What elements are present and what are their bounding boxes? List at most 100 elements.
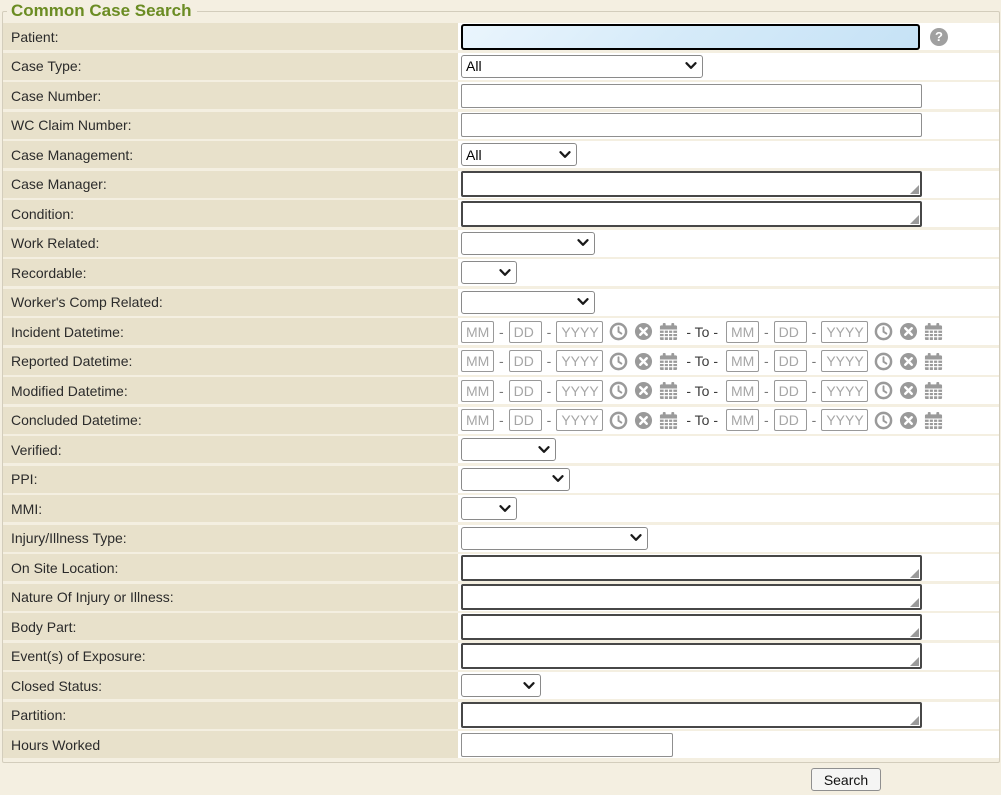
incident-from-year-input[interactable] [556, 321, 603, 343]
form-row-verified: Verified: [3, 436, 999, 463]
modified-to-year-input[interactable] [821, 380, 868, 402]
form-row-events-of-exposure: Event(s) of Exposure: [3, 643, 999, 670]
calendar-icon[interactable] [658, 351, 678, 371]
form-row-body-part: Body Part: [3, 613, 999, 640]
case-management-select[interactable]: All [461, 143, 577, 166]
mmi-label: MMI: [3, 495, 458, 522]
concluded-to-month-input[interactable] [726, 409, 759, 431]
reported-from-day-input[interactable] [509, 350, 542, 372]
reported-to-year-input[interactable] [821, 350, 868, 372]
calendar-icon[interactable] [923, 322, 943, 342]
incident-to-day-input[interactable] [774, 321, 807, 343]
ppi-label: PPI: [3, 466, 458, 493]
help-icon[interactable]: ? [930, 28, 948, 46]
clock-icon[interactable] [608, 322, 628, 342]
calendar-icon[interactable] [923, 351, 943, 371]
patient-label: Patient: [3, 23, 458, 50]
to-separator: - To - [686, 383, 718, 399]
search-button[interactable]: Search [811, 768, 881, 791]
concluded-datetime-label: Concluded Datetime: [3, 407, 458, 434]
case-number-input[interactable] [461, 84, 922, 108]
partition-textarea[interactable] [461, 702, 922, 728]
events-of-exposure-textarea[interactable] [461, 643, 922, 669]
form-row-recordable: Recordable: [3, 259, 999, 286]
calendar-icon[interactable] [923, 381, 943, 401]
modified-from-month-input[interactable] [461, 380, 494, 402]
nature-of-injury-textarea[interactable] [461, 584, 922, 610]
form-row-reported-datetime: Reported Datetime: - - - To - - - [3, 348, 999, 375]
incident-datetime-label: Incident Datetime: [3, 318, 458, 345]
form-row-wc-claim-number: WC Claim Number: [3, 112, 999, 139]
clear-icon[interactable] [898, 410, 918, 430]
modified-from-year-input[interactable] [556, 380, 603, 402]
incident-to-month-input[interactable] [726, 321, 759, 343]
concluded-from-month-input[interactable] [461, 409, 494, 431]
recordable-select[interactable] [461, 261, 517, 284]
workers-comp-related-select[interactable] [461, 291, 595, 314]
incident-from-day-input[interactable] [509, 321, 542, 343]
clock-icon[interactable] [608, 351, 628, 371]
mmi-select[interactable] [461, 497, 517, 520]
condition-textarea[interactable] [461, 201, 922, 227]
clock-icon[interactable] [608, 410, 628, 430]
date-separator: - [499, 324, 504, 340]
modified-from-day-input[interactable] [509, 380, 542, 402]
calendar-icon[interactable] [658, 322, 678, 342]
concluded-to-day-input[interactable] [774, 409, 807, 431]
to-separator: - To - [686, 324, 718, 340]
verified-select[interactable] [461, 438, 556, 461]
ppi-select[interactable] [461, 468, 570, 491]
calendar-icon[interactable] [658, 381, 678, 401]
case-type-select[interactable]: All [461, 55, 703, 78]
workers-comp-related-label: Worker's Comp Related: [3, 289, 458, 316]
calendar-icon[interactable] [923, 410, 943, 430]
reported-to-month-input[interactable] [726, 350, 759, 372]
date-separator: - [812, 324, 817, 340]
work-related-select[interactable] [461, 232, 595, 255]
clear-icon[interactable] [633, 322, 653, 342]
calendar-icon[interactable] [658, 410, 678, 430]
concluded-to-year-input[interactable] [821, 409, 868, 431]
injury-illness-type-select[interactable] [461, 527, 648, 550]
date-separator: - [764, 412, 769, 428]
form-row-nature-of-injury: Nature Of Injury or Illness: [3, 584, 999, 611]
incident-from-month-input[interactable] [461, 321, 494, 343]
page-title: Common Case Search [7, 1, 197, 21]
concluded-from-year-input[interactable] [556, 409, 603, 431]
form-row-case-manager: Case Manager: [3, 171, 999, 198]
clear-icon[interactable] [633, 381, 653, 401]
modified-to-month-input[interactable] [726, 380, 759, 402]
clock-icon[interactable] [873, 381, 893, 401]
date-separator: - [547, 353, 552, 369]
clear-icon[interactable] [898, 381, 918, 401]
clock-icon[interactable] [608, 381, 628, 401]
form-row-ppi: PPI: [3, 466, 999, 493]
patient-input[interactable] [461, 24, 920, 50]
clock-icon[interactable] [873, 351, 893, 371]
form-row-injury-illness-type: Injury/Illness Type: [3, 525, 999, 552]
closed-status-label: Closed Status: [3, 672, 458, 699]
clear-icon[interactable] [633, 410, 653, 430]
clock-icon[interactable] [873, 410, 893, 430]
form-row-mmi: MMI: [3, 495, 999, 522]
modified-to-day-input[interactable] [774, 380, 807, 402]
incident-to-year-input[interactable] [821, 321, 868, 343]
reported-from-year-input[interactable] [556, 350, 603, 372]
date-separator: - [764, 324, 769, 340]
clear-icon[interactable] [633, 351, 653, 371]
clock-icon[interactable] [873, 322, 893, 342]
case-number-label: Case Number: [3, 82, 458, 109]
closed-status-select[interactable] [461, 674, 541, 697]
wc-claim-number-input[interactable] [461, 113, 922, 137]
reported-datetime-label: Reported Datetime: [3, 348, 458, 375]
concluded-from-day-input[interactable] [509, 409, 542, 431]
clear-icon[interactable] [898, 351, 918, 371]
case-manager-textarea[interactable] [461, 171, 922, 197]
reported-from-month-input[interactable] [461, 350, 494, 372]
on-site-location-textarea[interactable] [461, 555, 922, 581]
reported-to-day-input[interactable] [774, 350, 807, 372]
clear-icon[interactable] [898, 322, 918, 342]
body-part-textarea[interactable] [461, 614, 922, 640]
date-separator: - [499, 412, 504, 428]
hours-worked-input[interactable] [461, 733, 673, 757]
